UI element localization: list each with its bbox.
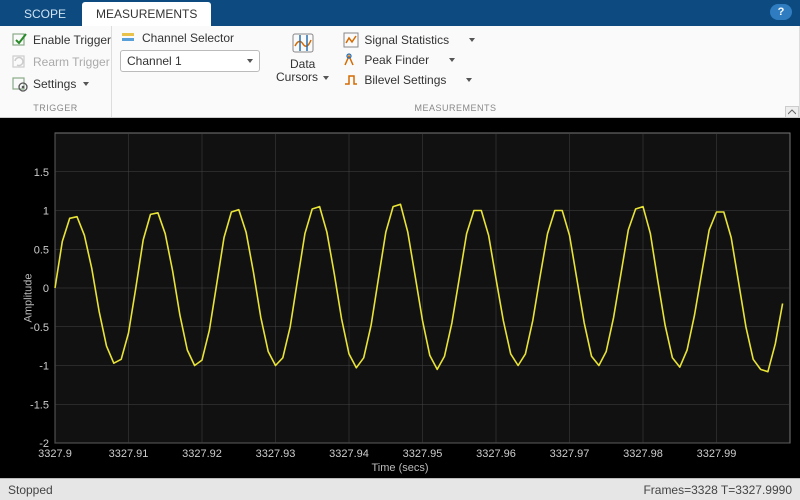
rearm-trigger-icon: [12, 54, 28, 70]
group-trigger: Enable Trigger Rearm Trigger Settings: [0, 26, 112, 117]
tab-strip: SCOPE MEASUREMENTS ?: [0, 0, 800, 26]
chevron-up-icon: [788, 109, 796, 115]
trigger-settings-label: Settings: [33, 77, 76, 91]
status-right: Frames=3328 T=3327.9990: [643, 483, 792, 497]
chevron-down-icon: [466, 78, 472, 82]
y-axis-label: Amplitude: [22, 274, 34, 323]
status-bar: Stopped Frames=3328 T=3327.9990: [0, 478, 800, 500]
ribbon-collapse-button[interactable]: [785, 106, 799, 118]
data-cursors-label2: Cursors: [276, 71, 318, 84]
x-axis-label: Time (secs): [371, 462, 428, 474]
bilevel-settings-icon: [343, 72, 359, 88]
svg-text:3327.97: 3327.97: [550, 448, 590, 460]
chevron-down-icon: [449, 58, 455, 62]
svg-text:3327.99: 3327.99: [697, 448, 737, 460]
group-trigger-label: TRIGGER: [8, 103, 103, 117]
svg-text:-1.5: -1.5: [30, 399, 49, 411]
chevron-down-icon: [323, 76, 329, 80]
tab-measurements[interactable]: MEASUREMENTS: [82, 2, 211, 26]
bilevel-settings-button[interactable]: Bilevel Settings: [339, 70, 479, 90]
chevron-down-icon: [83, 82, 89, 86]
svg-text:3327.92: 3327.92: [182, 448, 222, 460]
tab-scope[interactable]: SCOPE: [10, 2, 80, 26]
peak-finder-button[interactable]: Peak Finder: [339, 50, 479, 70]
tab-measurements-label: MEASUREMENTS: [96, 7, 197, 21]
plot-svg: -2-1.5-1-0.500.511.53327.93327.913327.92…: [0, 118, 800, 478]
help-icon: ?: [778, 6, 785, 18]
channel-selector-label: Channel Selector: [142, 31, 234, 45]
channel-selector-icon: [120, 30, 136, 46]
signal-statistics-button[interactable]: Signal Statistics: [339, 30, 479, 50]
peak-finder-icon: [343, 52, 359, 68]
svg-text:3327.9: 3327.9: [38, 448, 72, 460]
peak-finder-label: Peak Finder: [364, 53, 429, 67]
signal-statistics-label: Signal Statistics: [364, 33, 449, 47]
group-measurements-label: MEASUREMENTS: [120, 103, 791, 117]
svg-text:0: 0: [43, 283, 49, 295]
svg-text:3327.98: 3327.98: [623, 448, 663, 460]
scope-plot[interactable]: -2-1.5-1-0.500.511.53327.93327.913327.92…: [0, 118, 800, 478]
svg-text:3327.91: 3327.91: [109, 448, 149, 460]
svg-text:3327.93: 3327.93: [256, 448, 296, 460]
data-cursors-icon: [291, 32, 315, 56]
channel-selector-block: Channel Selector Channel 1: [120, 30, 260, 103]
signal-statistics-icon: [343, 32, 359, 48]
chevron-down-icon: [247, 59, 253, 63]
enable-trigger-button[interactable]: Enable Trigger: [8, 30, 115, 50]
svg-text:0.5: 0.5: [34, 244, 49, 256]
enable-trigger-label: Enable Trigger: [33, 33, 111, 47]
help-button[interactable]: ?: [770, 4, 792, 20]
data-cursors-button[interactable]: Data Cursors: [270, 30, 335, 103]
svg-text:1.5: 1.5: [34, 167, 49, 179]
ribbon: Enable Trigger Rearm Trigger Settings: [0, 26, 800, 118]
enable-trigger-icon: [12, 32, 28, 48]
group-measurements: Channel Selector Channel 1 Data Cursors: [112, 26, 800, 117]
status-left: Stopped: [8, 483, 53, 497]
channel-dropdown-value: Channel 1: [127, 54, 182, 68]
svg-text:1: 1: [43, 206, 49, 218]
settings-icon: [12, 76, 28, 92]
channel-dropdown[interactable]: Channel 1: [120, 50, 260, 72]
svg-text:3327.95: 3327.95: [403, 448, 443, 460]
chevron-down-icon: [469, 38, 475, 42]
bilevel-settings-label: Bilevel Settings: [364, 73, 446, 87]
tab-scope-label: SCOPE: [24, 7, 66, 21]
svg-text:3327.96: 3327.96: [476, 448, 516, 460]
rearm-trigger-label: Rearm Trigger: [33, 55, 110, 69]
svg-text:3327.94: 3327.94: [329, 448, 369, 460]
svg-text:-0.5: -0.5: [30, 322, 49, 334]
trigger-settings-button[interactable]: Settings: [8, 74, 115, 94]
rearm-trigger-button: Rearm Trigger: [8, 52, 115, 72]
svg-text:-1: -1: [39, 361, 49, 373]
